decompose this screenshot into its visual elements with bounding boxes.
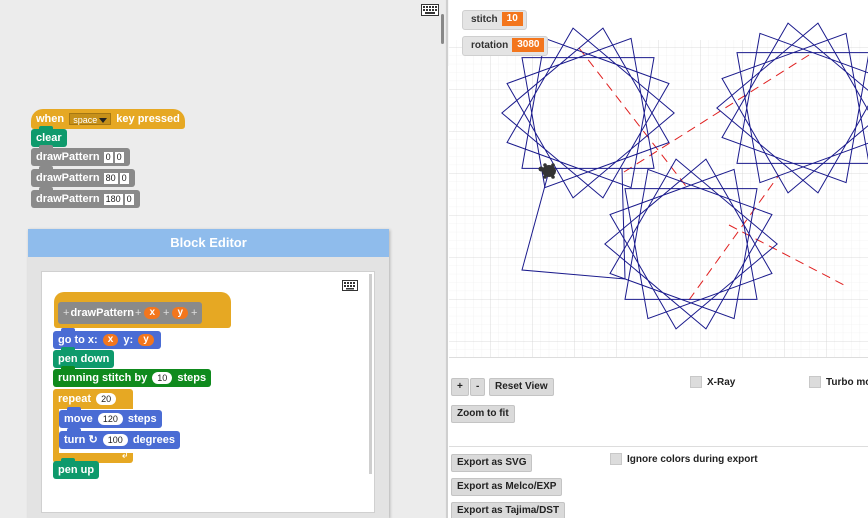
degrees-label: degrees	[132, 434, 176, 446]
y-input[interactable]: 0	[114, 151, 124, 163]
pen-up-block[interactable]: pen up	[53, 458, 100, 479]
x-input[interactable]: 80	[103, 172, 118, 184]
y-label: y:	[123, 334, 134, 346]
y-input[interactable]: 0	[124, 193, 134, 205]
export-tajima-dst-button[interactable]: Export as Tajima/DST	[451, 502, 566, 518]
block-label: drawPattern	[36, 151, 100, 163]
turn-label: turn	[64, 434, 86, 446]
editor-scrollbar[interactable]	[369, 274, 372, 474]
prototype-name: drawPattern	[70, 307, 135, 319]
turbo-mode-text: Turbo mode	[826, 377, 868, 388]
key-dropdown-value: space	[73, 115, 98, 126]
repeat-count-input[interactable]: 20	[96, 393, 117, 406]
draw-pattern-call-2[interactable]: drawPattern 80 0	[31, 166, 135, 187]
chevron-down-icon	[99, 118, 108, 124]
turn-degrees-input[interactable]: 100	[102, 434, 128, 447]
export-svg-button[interactable]: Export as SVG	[451, 454, 533, 472]
block-label: drawPattern	[36, 193, 100, 205]
watcher-value: 10	[501, 12, 523, 27]
reset-view-button[interactable]: Reset View	[489, 378, 554, 396]
y-input[interactable]: 0	[119, 172, 129, 184]
stitch-watcher[interactable]: stitch 10	[462, 10, 527, 30]
loop-arrow-icon: ↲	[120, 450, 129, 461]
keyboard-icon[interactable]	[421, 4, 439, 16]
repeat-label: repeat	[58, 393, 92, 405]
move-steps-input[interactable]: 120	[97, 413, 123, 426]
add-input-plus[interactable]: +	[191, 307, 197, 319]
watcher-label: rotation	[471, 40, 509, 51]
pane-divider[interactable]	[446, 0, 448, 518]
when-key-pressed-hat[interactable]: when space key pressed	[31, 109, 185, 129]
block-editor-dialog[interactable]: Block Editor +drawPattern+ x + y + go to x:	[28, 229, 389, 518]
move-steps-label: steps	[127, 413, 157, 425]
when-label: when	[36, 113, 65, 125]
draw-pattern-call-1[interactable]: drawPattern 00	[31, 145, 130, 166]
xray-checkbox[interactable]	[690, 376, 702, 388]
key-pressed-label: key pressed	[116, 113, 180, 125]
watcher-value: 3080	[512, 38, 545, 53]
running-stitch-label: running stitch by	[58, 372, 148, 384]
var-x[interactable]: x	[102, 334, 119, 347]
zoom-out-button[interactable]: -	[470, 378, 486, 396]
add-input-plus[interactable]: +	[63, 307, 69, 319]
rotation-watcher[interactable]: rotation 3080	[462, 36, 549, 56]
turbo-mode-checkbox[interactable]	[809, 376, 821, 388]
param-y[interactable]: y	[172, 307, 189, 320]
add-input-plus[interactable]: +	[135, 307, 141, 319]
keyboard-icon[interactable]	[342, 280, 358, 291]
block-editor-canvas[interactable]: +drawPattern+ x + y + go to x: x y: y pen do…	[41, 271, 375, 513]
x-input[interactable]: 0	[103, 151, 113, 163]
steps-label: steps	[177, 372, 207, 384]
draw-pattern-call-3[interactable]: drawPattern 180 0	[31, 187, 140, 208]
clear-label: clear	[36, 132, 62, 144]
pen-up-label: pen up	[58, 464, 95, 476]
zoom-in-button[interactable]: +	[451, 378, 469, 396]
ignore-colors-label: Ignore colors during export	[627, 454, 758, 465]
scripting-area[interactable]: when space key pressed clear drawPattern…	[0, 0, 445, 518]
move-label: move	[64, 413, 93, 425]
go-to-label: go to x:	[58, 334, 98, 346]
custom-block-prototype[interactable]: +drawPattern+ x + y +	[58, 302, 203, 324]
pen-down-label: pen down	[58, 353, 110, 365]
turbo-mode-label: Turbo mode	[826, 377, 868, 388]
param-x[interactable]: x	[144, 307, 161, 320]
custom-block-prototype-hat[interactable]: +drawPattern+ x + y +	[54, 292, 231, 328]
ignore-colors-checkbox[interactable]	[610, 453, 622, 465]
watcher-label: stitch	[471, 14, 498, 25]
controls-divider	[449, 357, 868, 358]
script-scrollbar[interactable]	[441, 14, 444, 44]
export-melco-exp-button[interactable]: Export as Melco/EXP	[451, 478, 563, 496]
stitch-length-input[interactable]: 10	[152, 372, 173, 385]
var-y[interactable]: y	[138, 334, 154, 347]
xray-label: X-Ray	[707, 377, 736, 388]
add-input-plus[interactable]: +	[163, 307, 169, 319]
export-divider	[449, 446, 868, 447]
block-label: drawPattern	[36, 172, 100, 184]
key-dropdown[interactable]: space	[69, 113, 112, 126]
block-editor-title[interactable]: Block Editor	[28, 229, 389, 257]
rotate-clockwise-icon: ↻	[88, 434, 98, 446]
running-stitch-block[interactable]: running stitch by 10 steps	[53, 366, 212, 387]
turn-block[interactable]: turn ↻ 100 degrees	[59, 428, 181, 449]
move-block[interactable]: move 120 steps	[59, 407, 162, 428]
x-input[interactable]: 180	[103, 193, 123, 205]
zoom-to-fit-button[interactable]: Zoom to fit	[451, 405, 515, 423]
